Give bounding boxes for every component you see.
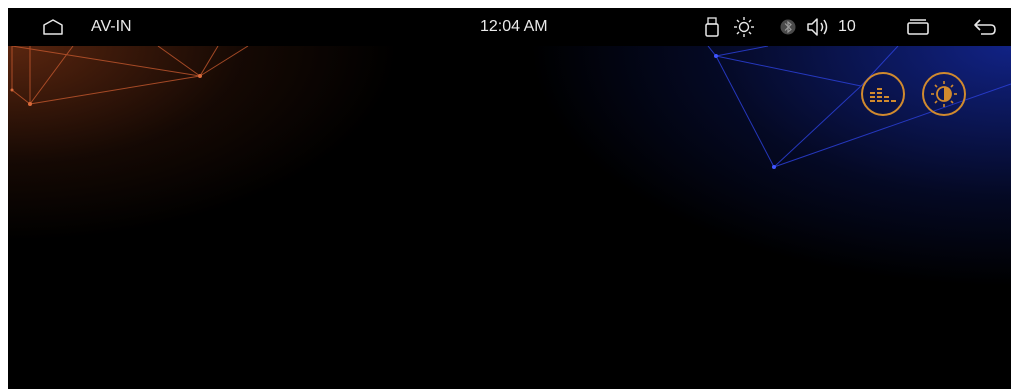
equalizer-button[interactable] — [861, 72, 905, 116]
recent-apps-icon[interactable] — [906, 8, 930, 46]
volume-level: 10 — [838, 18, 856, 35]
brightness-icon[interactable] — [733, 8, 755, 46]
contrast-button[interactable] — [922, 72, 966, 116]
volume-icon[interactable] — [806, 8, 830, 46]
usb-icon — [705, 8, 719, 46]
source-label: AV-IN — [91, 18, 132, 35]
back-icon[interactable] — [973, 8, 997, 46]
status-bar: AV-IN 12:04 AM 10 — [8, 8, 1011, 46]
contrast-icon — [931, 81, 957, 107]
home-icon[interactable] — [42, 8, 64, 46]
bluetooth-icon — [780, 8, 796, 46]
clock: 12:04 AM — [480, 18, 548, 35]
av-in-screen: AV-IN 12:04 AM 10 — [8, 8, 1011, 389]
equalizer-icon — [870, 88, 896, 102]
